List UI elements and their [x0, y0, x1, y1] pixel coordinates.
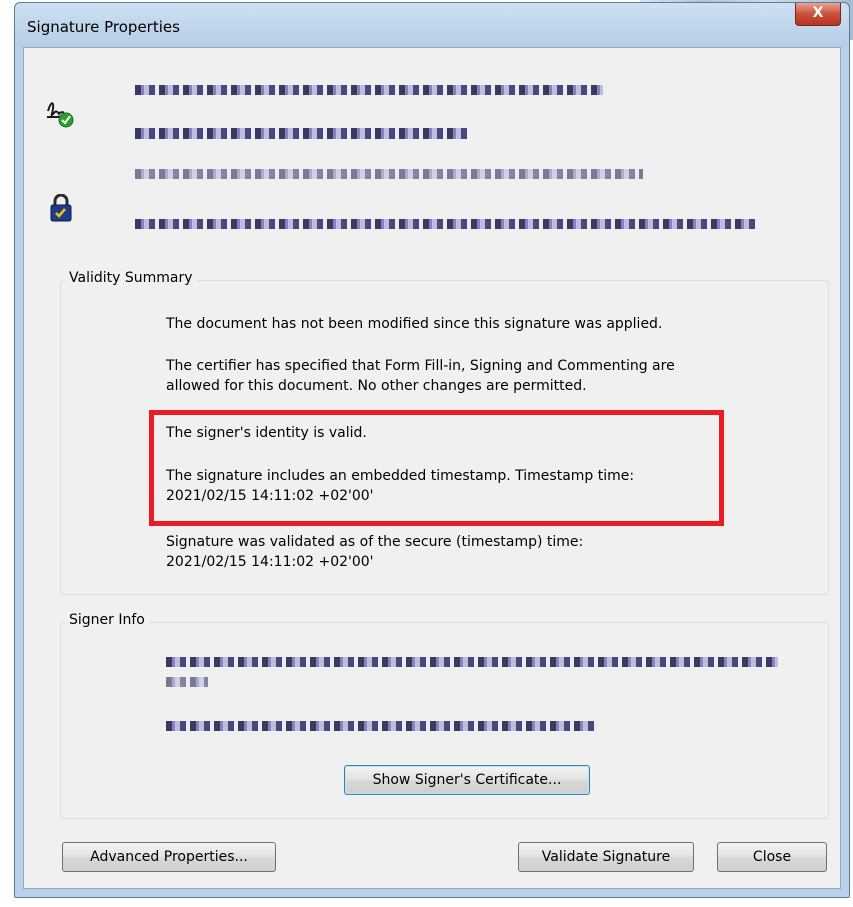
signing-date-redacted — [135, 128, 467, 139]
signature-properties-dialog: Signature Properties X Validity Summary … — [14, 2, 850, 898]
dialog-body: Validity Summary The document has not be… — [23, 47, 841, 889]
validate-signature-button[interactable]: Validate Signature — [518, 842, 694, 872]
signer-info-legend: Signer Info — [65, 612, 149, 628]
certified-lock-icon — [50, 193, 72, 222]
validity-line-identity: The signer's identity is valid. — [166, 425, 367, 441]
certification-info-redacted — [135, 219, 755, 229]
signature-status-redacted — [135, 169, 643, 179]
signature-valid-icon — [45, 95, 77, 129]
signer-info-line1-redacted — [166, 657, 778, 667]
window-close-button[interactable]: X — [795, 3, 841, 26]
validity-line-timestamp-1: The signature includes an embedded times… — [166, 468, 635, 484]
signer-name-redacted — [135, 85, 603, 95]
validity-line-not-modified: The document has not been modified since… — [166, 316, 663, 332]
close-button[interactable]: Close — [717, 842, 827, 872]
validity-line-secure-time-2: 2021/02/15 14:11:02 +02'00' — [166, 554, 374, 570]
validity-summary-legend: Validity Summary — [65, 270, 197, 286]
validity-line-certifier-2: allowed for this document. No other chan… — [166, 378, 587, 394]
validity-line-certifier-1: The certifier has specified that Form Fi… — [166, 358, 675, 374]
advanced-properties-button[interactable]: Advanced Properties... — [62, 842, 276, 872]
show-signers-certificate-button[interactable]: Show Signer's Certificate... — [344, 765, 590, 795]
validity-line-timestamp-2: 2021/02/15 14:11:02 +02'00' — [166, 488, 374, 504]
title-bar[interactable]: Signature Properties X — [15, 3, 849, 47]
window-title: Signature Properties — [27, 18, 180, 36]
signer-info-line1b-redacted — [166, 677, 208, 687]
validity-line-secure-time-1: Signature was validated as of the secure… — [166, 534, 584, 550]
signer-info-line2-redacted — [166, 721, 598, 731]
